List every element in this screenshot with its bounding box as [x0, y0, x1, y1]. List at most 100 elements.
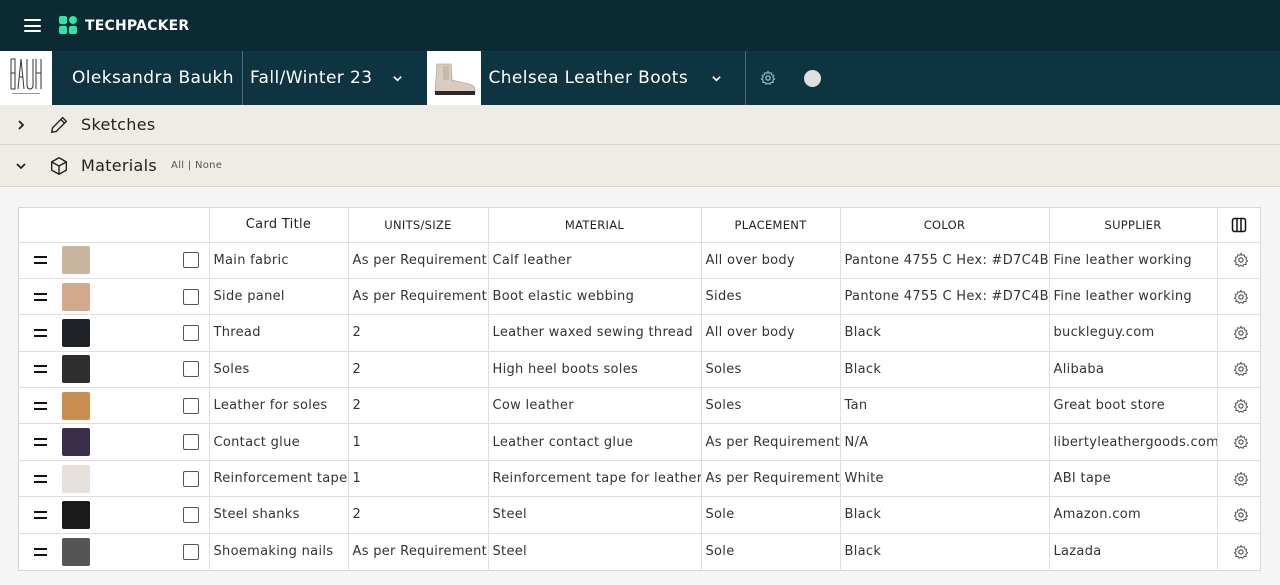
drag-handle-icon[interactable] [34, 365, 47, 374]
gear-icon[interactable] [1233, 471, 1249, 487]
cell-placement[interactable]: All over body [701, 314, 841, 352]
cell-material[interactable]: Steel [488, 533, 702, 570]
row-settings[interactable] [1217, 533, 1261, 569]
drag-handle-icon[interactable] [34, 256, 47, 265]
columns-icon[interactable] [1231, 217, 1247, 233]
cell-units[interactable]: 2 [348, 496, 489, 534]
cell-placement[interactable]: Soles [701, 387, 841, 425]
material-thumbnail[interactable] [62, 391, 90, 420]
cell-card-title[interactable]: Thread [209, 314, 349, 352]
brand-logo[interactable] [0, 51, 52, 105]
cell-card-title[interactable]: Leather for soles [209, 387, 349, 425]
section-materials[interactable]: Materials All | None [0, 145, 1280, 187]
table-row[interactable]: Shoemaking nails As per Requirement Steel S… [19, 533, 1261, 570]
chevron-down-icon[interactable] [711, 73, 722, 84]
product-settings[interactable] [746, 51, 776, 105]
cell-units[interactable]: 1 [348, 423, 489, 461]
cell-color[interactable]: Black [840, 351, 1050, 389]
row-settings[interactable] [1217, 423, 1261, 461]
cell-units[interactable]: As per Requirement [348, 242, 489, 279]
row-checkbox[interactable] [183, 252, 199, 269]
cell-units[interactable]: 1 [348, 460, 489, 498]
cell-supplier[interactable]: Fine leather working [1049, 242, 1218, 279]
cell-material[interactable]: Cow leather [488, 387, 702, 425]
columns-toggle[interactable] [1217, 208, 1261, 243]
row-checkbox[interactable] [183, 397, 199, 414]
table-row[interactable]: Leather for soles 2 Cow leather Soles Tan Gre… [19, 387, 1261, 425]
hamburger-icon[interactable] [24, 19, 41, 32]
cell-color[interactable]: Pantone 4755 C Hex: #D7C4B7 [840, 242, 1050, 279]
designer-name[interactable]: Oleksandra Baukh [52, 51, 242, 105]
drag-handle-icon[interactable] [34, 401, 47, 410]
cell-material[interactable]: Leather contact glue [488, 423, 702, 461]
material-thumbnail[interactable] [62, 464, 90, 493]
cell-supplier[interactable]: Lazada [1049, 533, 1218, 570]
column-header[interactable]: Card Title [209, 208, 349, 243]
cell-material[interactable]: Reinforcement tape for leather [488, 460, 702, 498]
cell-card-title[interactable]: Soles [209, 351, 349, 389]
gear-icon[interactable] [1233, 507, 1249, 523]
material-thumbnail[interactable] [62, 428, 90, 457]
cell-material[interactable]: Steel [488, 496, 702, 534]
row-checkbox[interactable] [183, 288, 199, 305]
drag-handle-icon[interactable] [34, 510, 47, 519]
row-settings[interactable] [1217, 278, 1261, 316]
table-row[interactable]: Soles 2 High heel boots soles Soles Black Ali… [19, 351, 1261, 389]
column-header[interactable]: PLACEMENT [701, 208, 841, 243]
row-checkbox[interactable] [183, 361, 199, 378]
product-thumbnail[interactable] [427, 51, 482, 105]
material-thumbnail[interactable] [62, 282, 90, 311]
cell-card-title[interactable]: Shoemaking nails [209, 533, 349, 570]
cell-supplier[interactable]: Great boot store [1049, 387, 1218, 425]
gear-icon[interactable] [1233, 398, 1249, 414]
gear-icon[interactable] [1233, 361, 1249, 377]
cell-supplier[interactable]: libertyleathergoods.com [1049, 423, 1218, 461]
cell-color[interactable]: N/A [840, 423, 1050, 461]
cell-supplier[interactable]: Amazon.com [1049, 496, 1218, 534]
gear-icon[interactable] [760, 70, 776, 86]
cell-units[interactable]: 2 [348, 387, 489, 425]
cell-material[interactable]: Leather waxed sewing thread [488, 314, 702, 352]
drag-handle-icon[interactable] [34, 438, 47, 447]
column-header[interactable]: MATERIAL [488, 208, 702, 243]
cell-units[interactable]: 2 [348, 314, 489, 352]
gear-icon[interactable] [1233, 544, 1249, 560]
cell-placement[interactable]: As per Requirement [701, 460, 841, 498]
cell-card-title[interactable]: Reinforcement tape [209, 460, 349, 498]
cell-material[interactable]: Boot elastic webbing [488, 278, 702, 316]
cell-color[interactable]: Pantone 4755 C Hex: #D7C4B7 [840, 278, 1050, 316]
season-selector[interactable]: Fall/Winter 23 [243, 51, 428, 105]
cell-placement[interactable]: Soles [701, 351, 841, 389]
column-header[interactable]: UNITS/SIZE [348, 208, 489, 243]
gear-icon[interactable] [1233, 325, 1249, 341]
row-settings[interactable] [1217, 387, 1261, 425]
cell-material[interactable]: Calf leather [488, 242, 702, 279]
status-indicator[interactable] [776, 51, 822, 105]
row-checkbox[interactable] [183, 434, 199, 451]
row-settings[interactable] [1217, 496, 1261, 534]
table-row[interactable]: Side panel As per Requirement Boot elastic… [19, 278, 1261, 316]
cell-units[interactable]: As per Requirement [348, 533, 489, 570]
section-sketches[interactable]: Sketches [0, 105, 1280, 145]
gear-icon[interactable] [1233, 434, 1249, 450]
cell-supplier[interactable]: Fine leather working [1049, 278, 1218, 316]
row-settings[interactable] [1217, 351, 1261, 389]
drag-handle-icon[interactable] [34, 474, 47, 483]
cell-color[interactable]: Black [840, 314, 1050, 352]
product-selector[interactable]: Chelsea Leather Boots [481, 51, 745, 105]
cell-supplier[interactable]: ABI tape [1049, 460, 1218, 498]
select-all-none[interactable]: All | None [171, 160, 222, 171]
material-thumbnail[interactable] [62, 537, 90, 566]
cell-card-title[interactable]: Steel shanks [209, 496, 349, 534]
cell-placement[interactable]: Sole [701, 533, 841, 570]
gear-icon[interactable] [1233, 252, 1249, 268]
column-header[interactable]: SUPPLIER [1049, 208, 1218, 243]
drag-handle-icon[interactable] [34, 547, 47, 556]
chevron-right-icon[interactable] [14, 118, 28, 132]
table-row[interactable]: Steel shanks 2 Steel Sole Black Amazon.com [19, 496, 1261, 534]
cell-placement[interactable]: All over body [701, 242, 841, 279]
gear-icon[interactable] [1233, 289, 1249, 305]
material-thumbnail[interactable] [62, 500, 90, 529]
drag-handle-icon[interactable] [34, 328, 47, 337]
chevron-down-icon[interactable] [14, 159, 28, 173]
